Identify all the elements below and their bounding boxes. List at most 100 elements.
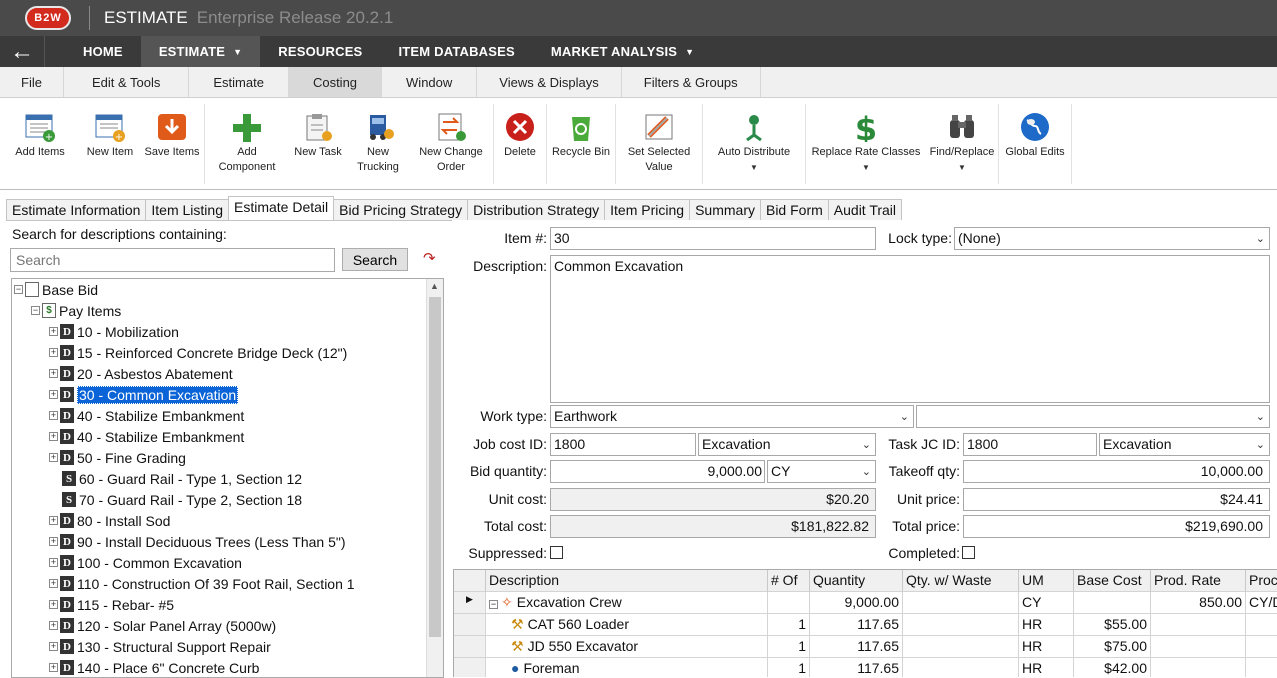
grid-cell-of[interactable]: 1: [768, 614, 810, 636]
nav-estimate[interactable]: ESTIMATE ▼: [140, 36, 261, 67]
grid-cell-waste[interactable]: [903, 614, 1019, 636]
task-jc-id-field[interactable]: 1800: [963, 433, 1097, 456]
grid-header-um[interactable]: UM: [1019, 570, 1074, 592]
menu-costing[interactable]: Costing: [288, 67, 383, 97]
grid-cell-proc[interactable]: CY/D: [1246, 592, 1277, 614]
tree-node-pay-item[interactable]: + D 115 - Rebar- #5: [49, 594, 174, 615]
grid-cell-desc[interactable]: ⚒ CAT 560 Loader: [486, 614, 768, 636]
item-number-field[interactable]: 30: [550, 227, 876, 250]
menu-file[interactable]: File: [0, 67, 64, 97]
auto-distribute-button[interactable]: Auto Distribute ▼: [703, 98, 805, 189]
suppressed-checkbox[interactable]: [550, 546, 563, 559]
undo-icon[interactable]: ↷: [423, 249, 436, 267]
tab-estimate-information[interactable]: Estimate Information: [6, 199, 147, 220]
tree-node-pay-item[interactable]: + D 100 - Common Excavation: [49, 552, 242, 573]
row-indicator[interactable]: [454, 614, 486, 636]
tree-node-pay-item[interactable]: + D 50 - Fine Grading: [49, 447, 186, 468]
expand-icon[interactable]: +: [49, 600, 58, 609]
menu-filters-groups[interactable]: Filters & Groups: [622, 67, 761, 97]
completed-checkbox[interactable]: [962, 546, 975, 559]
job-cost-name-select[interactable]: Excavation ⌄: [698, 433, 876, 456]
description-field[interactable]: Common Excavation: [550, 255, 1270, 403]
tab-bid-form[interactable]: Bid Form: [759, 199, 829, 220]
grid-header-prod-rate[interactable]: Prod. Rate: [1151, 570, 1246, 592]
unit-price-field[interactable]: $24.41: [963, 488, 1270, 511]
global-edits-button[interactable]: Global Edits: [999, 98, 1071, 189]
find-replace-button[interactable]: Find/Replace ▼: [926, 98, 998, 189]
job-cost-id-field[interactable]: 1800: [550, 433, 696, 456]
grid-cell-base[interactable]: $75.00: [1074, 636, 1151, 658]
expand-icon[interactable]: +: [49, 348, 58, 357]
recycle-bin-button[interactable]: Recycle Bin: [547, 98, 615, 189]
grid-cell-base[interactable]: [1074, 592, 1151, 614]
delete-button[interactable]: Delete: [494, 98, 546, 189]
tree-node-pay-item[interactable]: + D 40 - Stabilize Embankment: [49, 426, 244, 447]
tree-node-pay-item[interactable]: + D 30 - Common Excavation: [49, 384, 239, 405]
scrollbar-thumb[interactable]: [429, 297, 441, 637]
expand-icon[interactable]: +: [49, 369, 58, 378]
nav-home[interactable]: HOME: [45, 36, 141, 67]
grid-cell-waste[interactable]: [903, 658, 1019, 677]
replace-rate-classes-button[interactable]: $ Replace Rate Classes ▼: [806, 98, 926, 189]
work-type-secondary-select[interactable]: ⌄: [916, 405, 1270, 428]
tree-node-pay-item[interactable]: S 60 - Guard Rail - Type 1, Section 12: [62, 468, 302, 489]
menu-window[interactable]: Window: [382, 67, 478, 97]
grid-cell-proc[interactable]: [1246, 658, 1277, 677]
grid-cell-qty[interactable]: 9,000.00: [810, 592, 903, 614]
search-input[interactable]: [10, 248, 335, 272]
uom-select[interactable]: CY ⌄: [767, 460, 876, 483]
save-items-button[interactable]: Save Items: [140, 98, 204, 189]
expand-icon[interactable]: +: [49, 432, 58, 441]
row-indicator[interactable]: [454, 658, 486, 677]
tree-node-pay-item[interactable]: + D 10 - Mobilization: [49, 321, 179, 342]
grid-cell-waste[interactable]: [903, 636, 1019, 658]
grid-header-quantity[interactable]: Quantity: [810, 570, 903, 592]
table-row[interactable]: ⚒ CAT 560 Loader 1 117.65 HR $55.00: [454, 614, 1277, 636]
grid-header-prod-unit[interactable]: Proc: [1246, 570, 1277, 592]
grid-cell-proc[interactable]: [1246, 614, 1277, 636]
tab-distribution-strategy[interactable]: Distribution Strategy: [467, 199, 606, 220]
grid-cell-um[interactable]: CY: [1019, 592, 1074, 614]
new-change-order-button[interactable]: New Change Order: [409, 98, 493, 189]
tree-scrollbar[interactable]: ▲: [426, 279, 443, 677]
grid-cell-um[interactable]: HR: [1019, 658, 1074, 677]
table-row[interactable]: ▶−✧Excavation Crew 9,000.00 CY 850.00 CY/D: [454, 592, 1277, 614]
grid-cell-rate[interactable]: 850.00: [1151, 592, 1246, 614]
collapse-icon[interactable]: −: [489, 600, 498, 609]
tree-node-pay-item[interactable]: + D 20 - Asbestos Abatement: [49, 363, 233, 384]
tab-audit-trail[interactable]: Audit Trail: [827, 199, 903, 220]
task-jc-name-select[interactable]: Excavation ⌄: [1099, 433, 1270, 456]
grid-cell-rate[interactable]: [1151, 658, 1246, 677]
grid-cell-of[interactable]: 1: [768, 636, 810, 658]
grid-header-description[interactable]: Description: [486, 570, 768, 592]
bid-quantity-field[interactable]: 9,000.00: [550, 460, 765, 483]
add-items-button[interactable]: + Add Items: [0, 98, 80, 189]
grid-cell-proc[interactable]: [1246, 636, 1277, 658]
expand-icon[interactable]: +: [49, 411, 58, 420]
new-trucking-button[interactable]: New Trucking: [347, 98, 409, 189]
takeoff-qty-field[interactable]: 10,000.00: [963, 460, 1270, 483]
grid-cell-desc[interactable]: ● Foreman: [486, 658, 768, 677]
add-component-button[interactable]: Add Component: [205, 98, 289, 189]
collapse-icon[interactable]: −: [14, 285, 23, 294]
new-item-button[interactable]: + New Item: [80, 98, 140, 189]
grid-cell-desc[interactable]: − ✧ Excavation Crew: [486, 592, 768, 614]
expand-icon[interactable]: +: [49, 663, 58, 672]
grid-cell-waste[interactable]: [903, 592, 1019, 614]
tree-node-pay-item[interactable]: + D 90 - Install Deciduous Trees (Less Tha…: [49, 531, 346, 552]
expand-icon[interactable]: +: [49, 453, 58, 462]
grid-cell-qty[interactable]: 117.65: [810, 636, 903, 658]
grid-cell-base[interactable]: $42.00: [1074, 658, 1151, 677]
nav-item-databases[interactable]: ITEM DATABASES: [380, 36, 532, 67]
nav-resources[interactable]: RESOURCES: [260, 36, 380, 67]
tab-summary[interactable]: Summary: [689, 199, 761, 220]
grid-cell-qty[interactable]: 117.65: [810, 614, 903, 636]
tree-node-pay-item[interactable]: + D 40 - Stabilize Embankment: [49, 405, 244, 426]
tree-node-pay-item[interactable]: + D 15 - Reinforced Concrete Bridge Deck (…: [49, 342, 347, 363]
grid-cell-base[interactable]: $55.00: [1074, 614, 1151, 636]
expand-icon[interactable]: +: [49, 621, 58, 630]
grid-header-qty-waste[interactable]: Qty. w/ Waste: [903, 570, 1019, 592]
back-arrow-icon[interactable]: ←: [0, 36, 45, 67]
tree-node-pay-items[interactable]: − $ Pay Items: [31, 300, 121, 321]
tab-item-listing[interactable]: Item Listing: [145, 199, 229, 220]
